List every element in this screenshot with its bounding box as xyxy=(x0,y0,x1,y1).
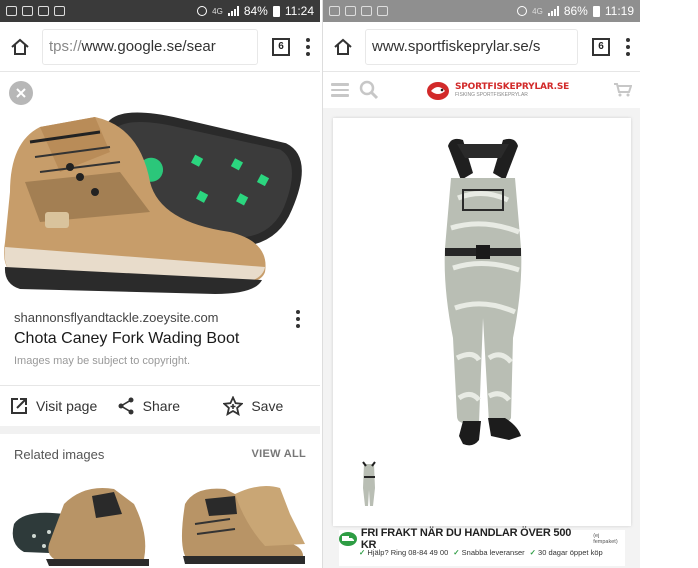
perks-row: ✓ Hjälp? Ring 08-84 49 00 ✓ Snabba lever… xyxy=(339,548,625,557)
star-add-icon xyxy=(223,396,244,416)
browser-toolbar: tps://www.google.se/sear 6 xyxy=(0,22,320,72)
wader-product-image[interactable] xyxy=(333,118,631,518)
truck-icon xyxy=(339,532,357,546)
network-type: 4G xyxy=(212,6,223,16)
clock: 11:24 xyxy=(284,4,314,18)
view-all-link[interactable]: VIEW ALL xyxy=(251,448,306,460)
browser-menu-icon[interactable] xyxy=(304,37,312,56)
share-icon xyxy=(118,397,134,415)
clock: 11:19 xyxy=(604,4,634,18)
result-info: shannonsflyandtackle.zoeysite.com Chota … xyxy=(0,296,320,386)
gallery-icon xyxy=(345,6,356,16)
result-title[interactable]: Chota Caney Fork Wading Boot xyxy=(14,330,306,348)
address-bar[interactable]: tps://www.google.se/sear xyxy=(42,28,258,65)
battery-percent: 86% xyxy=(563,4,588,18)
save-button[interactable]: Save xyxy=(213,386,320,426)
wading-boot-image xyxy=(4,112,302,294)
product-card xyxy=(333,118,631,526)
photo-icon xyxy=(54,6,65,16)
battery-percent: 84% xyxy=(243,4,268,18)
site-header: SPORTFISKEPRYLAR.SE FISKING SPORTFISKEPR… xyxy=(323,72,640,110)
check-icon: ✓ xyxy=(453,548,460,557)
tab-switcher-button[interactable]: 6 xyxy=(272,37,290,56)
network-type: 4G xyxy=(532,6,543,16)
mail-icon xyxy=(329,6,340,16)
result-menu-icon[interactable] xyxy=(294,310,302,328)
alarm-icon xyxy=(197,6,208,16)
gallery-icon xyxy=(22,6,33,16)
signal-icon xyxy=(547,6,559,16)
signal-icon xyxy=(227,6,239,16)
open-external-icon xyxy=(11,398,27,414)
photo-icon xyxy=(377,6,388,16)
mail-icon xyxy=(6,6,17,16)
action-row: Visit page Share Save xyxy=(0,386,320,434)
source-domain[interactable]: shannonsflyandtackle.zoeysite.com xyxy=(14,310,306,325)
related-images-title: Related images xyxy=(14,446,105,462)
free-shipping-note: (ej fempaket) xyxy=(593,533,618,545)
cart-icon[interactable] xyxy=(614,83,633,97)
battery-icon xyxy=(592,5,600,17)
status-bar: 4G 84% 11:24 xyxy=(0,0,320,22)
fish-logo-icon xyxy=(427,82,449,100)
status-bar: 4G 86% 11:19 xyxy=(323,0,640,22)
related-images-header: Related images VIEW ALL xyxy=(0,434,320,474)
perk-help: ✓ Hjälp? Ring 08-84 49 00 xyxy=(359,548,449,557)
home-icon[interactable] xyxy=(8,35,32,59)
perk-return-policy: ✓ 30 dagar öppet köp xyxy=(529,548,603,557)
notification-icons xyxy=(329,6,388,16)
browser-toolbar: www.sportfiskeprylar.se/s 6 xyxy=(323,22,640,72)
perk-fast-delivery: ✓ Snabba leveranser xyxy=(453,548,525,557)
related-images-grid xyxy=(0,474,320,568)
site-logo[interactable]: SPORTFISKEPRYLAR.SE FISKING SPORTFISKEPR… xyxy=(425,79,569,101)
close-icon[interactable] xyxy=(9,81,33,105)
visit-page-button[interactable]: Visit page xyxy=(0,386,107,426)
notification-icons xyxy=(6,6,65,16)
right-phone-screen: 4G 86% 11:19 www.sportfiskeprylar.se/s 6… xyxy=(322,0,640,568)
sync-icon xyxy=(38,6,49,16)
sync-icon xyxy=(361,6,372,16)
tab-switcher-button[interactable]: 6 xyxy=(592,37,610,56)
related-image-2[interactable] xyxy=(165,474,316,568)
alarm-icon xyxy=(517,6,528,16)
battery-icon xyxy=(272,5,280,17)
left-phone-screen: 4G 84% 11:24 tps://www.google.se/sear 6 xyxy=(0,0,320,568)
check-icon: ✓ xyxy=(359,548,366,557)
shipping-banner[interactable]: FRI FRAKT NÄR DU HANDLAR ÖVER 500 KR (ej… xyxy=(339,527,625,566)
address-bar[interactable]: www.sportfiskeprylar.se/s xyxy=(365,28,578,65)
copyright-notice: Images may be subject to copyright. xyxy=(14,355,191,367)
hamburger-menu-icon[interactable] xyxy=(331,83,349,97)
search-icon[interactable] xyxy=(359,80,379,100)
check-icon: ✓ xyxy=(529,548,536,557)
home-icon[interactable] xyxy=(331,35,355,59)
related-image-1[interactable] xyxy=(4,474,155,568)
image-preview[interactable] xyxy=(0,72,320,296)
browser-menu-icon[interactable] xyxy=(624,37,632,56)
share-button[interactable]: Share xyxy=(107,386,214,426)
